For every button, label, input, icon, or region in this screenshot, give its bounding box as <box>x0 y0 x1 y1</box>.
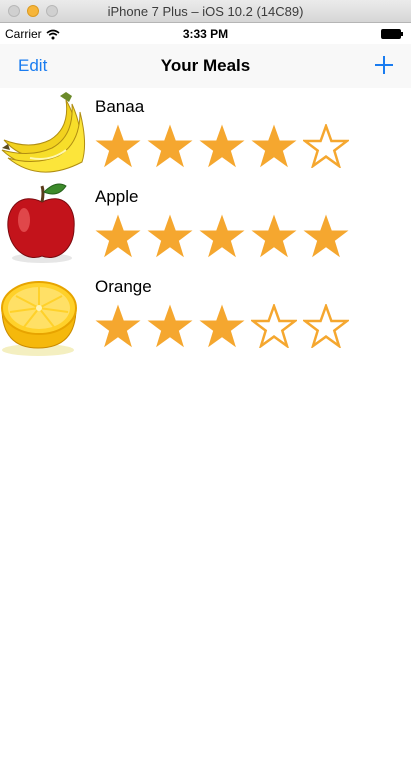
simulator-titlebar: iPhone 7 Plus – iOS 10.2 (14C89) <box>0 0 411 23</box>
rating-control[interactable] <box>95 304 355 348</box>
add-meal-button[interactable] <box>373 54 395 76</box>
empty-star-icon[interactable] <box>303 124 355 168</box>
filled-star-icon[interactable] <box>303 214 355 258</box>
filled-star-icon[interactable] <box>199 214 251 258</box>
close-window-button[interactable] <box>8 5 20 17</box>
apple-photo <box>7 183 75 263</box>
status-bar: Carrier 3:33 PM <box>0 24 411 44</box>
filled-star-icon[interactable] <box>199 304 251 348</box>
meal-name: Banaa <box>95 97 145 116</box>
status-time: 3:33 PM <box>182 27 229 41</box>
filled-star-icon[interactable] <box>147 304 199 348</box>
filled-star-icon[interactable] <box>147 214 199 258</box>
empty-star-icon[interactable] <box>251 304 303 348</box>
filled-star-icon[interactable] <box>147 124 199 168</box>
plus-icon <box>375 56 393 74</box>
minimize-window-button[interactable] <box>27 5 39 17</box>
battery-icon <box>381 29 403 39</box>
meal-list: Banaa Apple Orange <box>0 88 411 358</box>
filled-star-icon[interactable] <box>251 124 303 168</box>
orange-photo <box>1 281 77 356</box>
filled-star-icon[interactable] <box>199 124 251 168</box>
navigation-bar: Edit Your Meals <box>0 44 411 88</box>
filled-star-icon[interactable] <box>251 214 303 258</box>
meal-row-apple[interactable]: Apple <box>0 178 411 268</box>
meal-name: Apple <box>95 187 139 206</box>
zoom-window-button[interactable] <box>46 5 58 17</box>
meal-row-banana[interactable]: Banaa <box>0 88 411 178</box>
window-title: iPhone 7 Plus – iOS 10.2 (14C89) <box>107 3 304 19</box>
filled-star-icon[interactable] <box>95 124 147 168</box>
empty-star-icon[interactable] <box>303 304 355 348</box>
page-title: Your Meals <box>160 56 251 75</box>
meal-row-orange[interactable]: Orange <box>0 268 411 358</box>
filled-star-icon[interactable] <box>95 214 147 258</box>
banana-photo <box>1 92 86 173</box>
rating-control[interactable] <box>95 214 355 258</box>
filled-star-icon[interactable] <box>95 304 147 348</box>
meal-name: Orange <box>95 277 152 296</box>
rating-control[interactable] <box>95 124 355 168</box>
